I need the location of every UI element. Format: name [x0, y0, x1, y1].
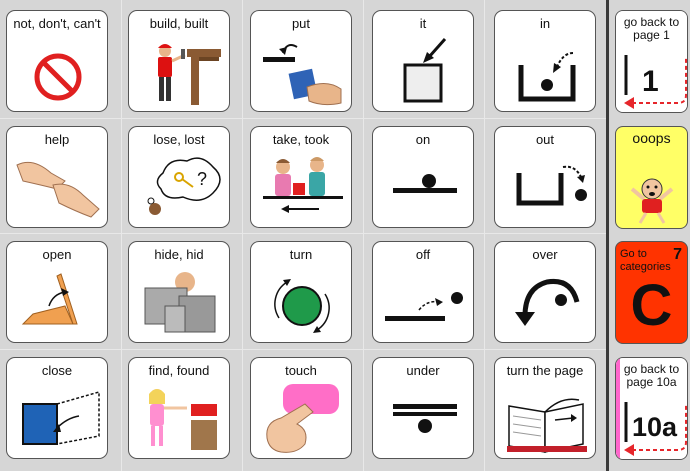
cell-label: under — [406, 363, 440, 378]
side-label: go back to page 1 — [623, 15, 680, 42]
cell-under[interactable]: under — [372, 357, 474, 459]
grid-line — [242, 0, 243, 471]
cell-lose[interactable]: lose, lost ? — [128, 126, 230, 228]
put-box-icon — [263, 44, 342, 106]
close-door-icon — [22, 391, 100, 445]
svg-text:?: ? — [197, 169, 207, 189]
side-label: go back to page 10a — [623, 362, 680, 389]
category-number: 7 — [673, 246, 682, 263]
arc-over-icon — [515, 278, 580, 326]
out-container-icon — [516, 165, 587, 206]
cell-label: in — [539, 16, 551, 31]
cell-label: put — [291, 16, 311, 31]
cell-label: build, built — [149, 16, 209, 31]
helping-hands-icon — [16, 161, 100, 218]
cell-find[interactable]: find, found — [128, 357, 230, 459]
grid-line — [121, 0, 122, 471]
cell-label: take, took — [272, 132, 330, 147]
cell-touch[interactable]: touch — [250, 357, 352, 459]
cell-label: it — [419, 16, 427, 31]
categories-icon: C — [630, 273, 673, 338]
cell-label: not, don't, can't — [13, 16, 101, 31]
grid-line — [484, 0, 485, 471]
dot-on-line-icon — [393, 174, 457, 193]
prohibited-icon — [34, 53, 82, 101]
cell-label: touch — [285, 363, 317, 378]
finding-girl-icon — [149, 389, 217, 450]
cell-label: close — [41, 363, 73, 378]
cell-turn[interactable]: turn — [250, 241, 352, 343]
cell-label: hide, hid — [154, 247, 204, 262]
go-to-categories-button[interactable]: Go to categories 7 C — [615, 241, 688, 344]
cell-it[interactable]: it — [372, 10, 474, 112]
cell-label: turn — [289, 247, 313, 262]
sidebar-divider — [606, 0, 609, 471]
off-line-icon — [385, 292, 463, 321]
cell-label: turn the page — [506, 363, 584, 378]
cell-label: help — [44, 132, 70, 147]
cell-over[interactable]: over — [494, 241, 596, 343]
book-page-icon — [507, 398, 587, 453]
cell-put[interactable]: put — [250, 10, 352, 112]
page-number: 1 — [642, 65, 659, 98]
lost-keys-icon: ? — [147, 157, 221, 215]
cell-label: find, found — [148, 363, 210, 378]
cell-in[interactable]: in — [494, 10, 596, 112]
cell-label: off — [415, 247, 431, 262]
cell-off[interactable]: off — [372, 241, 474, 343]
in-container-icon — [518, 52, 576, 102]
page-number: 10a — [632, 412, 678, 442]
turn-circle-icon — [274, 279, 330, 333]
communication-board: not, don't, can't build, built put it in… — [0, 0, 690, 471]
grid-line — [0, 233, 606, 234]
cell-label: over — [532, 247, 558, 262]
cell-label: on — [415, 132, 431, 147]
ooops-button[interactable]: ooops — [615, 126, 688, 229]
cell-turn-page[interactable]: turn the page — [494, 357, 596, 459]
cell-on[interactable]: on — [372, 126, 474, 228]
grid-line — [0, 349, 606, 350]
cell-not[interactable]: not, don't, can't — [6, 10, 108, 112]
take-gift-icon — [263, 157, 343, 213]
cell-help[interactable]: help — [6, 126, 108, 228]
open-lid-icon — [21, 273, 78, 325]
cell-take[interactable]: take, took — [250, 126, 352, 228]
ooops-face-icon — [630, 178, 674, 224]
go-back-page-10a-button[interactable]: go back to page 10a 10a — [615, 357, 688, 460]
cell-label: lose, lost — [153, 132, 205, 147]
cell-out[interactable]: out — [494, 126, 596, 228]
hiding-person-icon — [144, 272, 216, 333]
builder-icon — [158, 44, 221, 105]
cell-hide[interactable]: hide, hid — [128, 241, 230, 343]
cell-label: open — [42, 247, 72, 262]
finger-touch-icon — [266, 384, 339, 453]
cell-close[interactable]: close — [6, 357, 108, 459]
go-back-page-1-button[interactable]: go back to page 1 1 — [615, 10, 688, 113]
dot-under-line-icon — [393, 404, 457, 433]
cell-open[interactable]: open — [6, 241, 108, 343]
grid-line — [0, 118, 606, 119]
grid-line — [363, 0, 364, 471]
cell-label: out — [535, 132, 555, 147]
cell-build[interactable]: build, built — [128, 10, 230, 112]
arrow-to-square-icon — [403, 38, 447, 103]
